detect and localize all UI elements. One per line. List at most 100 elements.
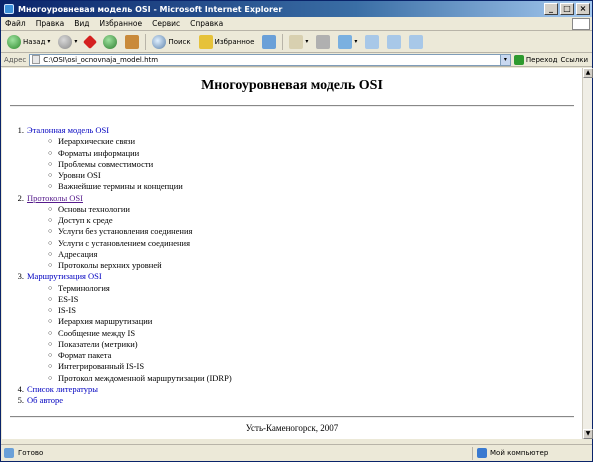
chevron-down-icon: ▾ (47, 38, 51, 45)
list-item: ○ Терминология (48, 282, 110, 293)
mail-icon (289, 34, 304, 49)
list-item: ○ Показатели (метрики) (48, 338, 138, 349)
windows-logo-icon (572, 17, 590, 30)
security-zone: Мой компьютер (472, 446, 592, 460)
go-arrow-icon (513, 54, 524, 65)
edit-button[interactable]: ▾ (336, 33, 359, 51)
ie-icon (4, 4, 14, 14)
page-title: Многоуровневая модель OSI (201, 78, 383, 93)
list-item: ○ Протокол междоменной маршрутизации (IDR… (48, 372, 232, 383)
home-icon (125, 34, 140, 49)
list-item: ○ Иерархия маршрутизации (48, 316, 153, 327)
section-link[interactable]: Об авторе (27, 395, 63, 406)
vertical-scrollbar[interactable]: ▲ ▼ (582, 68, 593, 439)
page-icon (32, 55, 41, 64)
research-icon (387, 34, 402, 49)
list-item: ○ Услуги с установлением соединения (48, 237, 191, 248)
page-done-icon (4, 448, 14, 458)
address-label: Адрес (4, 55, 27, 64)
divider (10, 105, 574, 107)
menu-favorites[interactable]: Избранное (100, 19, 143, 28)
list-item: ○ Уровни OSI (48, 170, 101, 180)
star-icon (198, 34, 213, 49)
favorites-button[interactable]: Избранное (197, 33, 257, 51)
section-link[interactable]: Маршрутизация OSI (27, 271, 102, 282)
scroll-down-icon[interactable]: ▼ (583, 429, 593, 439)
page-footer: Усть-Каменогорск, 2007 (245, 423, 339, 433)
page-content: Многоуровневая модель OSI 1. Эталонная м… (2, 68, 582, 439)
list-item: ○ Сообщение между IS (48, 327, 136, 338)
forward-button[interactable]: ▾ (56, 33, 79, 51)
menu-bar: Файл Правка Вид Избранное Сервис Справка (1, 17, 592, 31)
menu-file[interactable]: Файл (5, 19, 26, 28)
menu-edit[interactable]: Правка (36, 19, 65, 28)
list-item: ○ Иерархические связи (48, 136, 136, 147)
forward-arrow-icon (58, 34, 73, 49)
section-link[interactable]: Протоколы OSI (27, 193, 83, 204)
chevron-down-icon: ▾ (305, 38, 309, 45)
refresh-button[interactable] (101, 33, 119, 51)
list-item: ○ Формат пакета (48, 350, 112, 360)
list-item: ○ ES-IS (48, 293, 79, 304)
links-button[interactable]: Ссылки (560, 56, 588, 64)
toolbar-separator (145, 33, 147, 50)
section-item: 4. Список литературы (17, 383, 98, 395)
messenger-button[interactable] (407, 33, 425, 51)
media-button[interactable] (260, 33, 278, 51)
edit-icon (338, 34, 353, 49)
section-item: 2. Протоколы OSI (17, 192, 83, 204)
list-item: ○ Интегрированный IS-IS (48, 361, 145, 372)
minimize-button[interactable]: _ (544, 3, 558, 15)
search-button[interactable]: Поиск (150, 33, 192, 51)
browser-window: Многоуровневая модель OSI - Microsoft In… (0, 0, 593, 462)
list-item: ○ Проблемы совместимости (48, 158, 154, 169)
stop-icon (83, 34, 98, 49)
back-button[interactable]: Назад ▾ (5, 33, 52, 51)
maximize-button[interactable]: □ (560, 3, 574, 15)
discuss-button[interactable] (363, 33, 381, 51)
stop-button[interactable] (83, 33, 98, 51)
print-icon (316, 34, 331, 49)
chevron-down-icon[interactable]: ▾ (499, 54, 510, 65)
address-input[interactable]: C:\OSI\osi_ocnovnaja_model.htm ▾ (29, 53, 511, 66)
chevron-down-icon: ▾ (354, 38, 358, 45)
section-item: 1. Эталонная модель OSI (17, 125, 110, 136)
window-title: Многоуровневая модель OSI - Microsoft In… (18, 4, 283, 14)
list-item: ○ IS-IS (48, 305, 76, 315)
address-bar: Адрес C:\OSI\osi_ocnovnaja_model.htm ▾ П… (1, 53, 592, 67)
print-button[interactable] (314, 33, 332, 51)
list-item: ○ Доступ к среде (48, 215, 113, 225)
status-text: Готово (18, 449, 44, 457)
media-icon (262, 34, 277, 49)
search-icon (152, 34, 167, 49)
list-item: ○ Важнейшие термины и концепции (48, 181, 183, 192)
section-link[interactable]: Эталонная модель OSI (27, 125, 109, 136)
table-of-contents: 1. Эталонная модель OSI ○ Иерархические с… (12, 125, 572, 406)
go-button[interactable]: Переход (513, 54, 557, 65)
close-button[interactable]: × (576, 3, 590, 15)
status-bar: Готово Мой компьютер (1, 444, 592, 461)
research-button[interactable] (385, 33, 403, 51)
menu-tools[interactable]: Сервис (152, 19, 180, 28)
messenger-icon (409, 34, 424, 49)
address-url: C:\OSI\osi_ocnovnaja_model.htm (43, 55, 159, 64)
back-arrow-icon (7, 34, 21, 49)
list-item: ○ Услуги без установления соединения (48, 226, 193, 237)
list-item: ○ Протоколы верхних уровней (48, 260, 162, 270)
mail-button[interactable]: ▾ (287, 33, 310, 51)
section-item: 5. Об авторе (17, 395, 64, 406)
menu-view[interactable]: Вид (74, 19, 89, 28)
home-button[interactable] (123, 33, 141, 51)
scroll-up-icon[interactable]: ▲ (583, 68, 593, 78)
section-item: 3. Маршрутизация OSI (17, 271, 102, 282)
list-item: ○ Адресация (48, 248, 98, 259)
toolbar-separator (282, 33, 284, 50)
menu-help[interactable]: Справка (190, 19, 223, 28)
discuss-icon (365, 34, 380, 49)
standard-toolbar: Назад ▾ ▾ Поиск Избранное ▾ ▾ (1, 31, 592, 53)
title-bar[interactable]: Многоуровневая модель OSI - Microsoft In… (1, 1, 592, 17)
section-link[interactable]: Список литературы (27, 384, 98, 395)
refresh-icon (103, 34, 118, 49)
list-item: ○ Основы технологии (48, 203, 130, 214)
computer-icon (477, 448, 487, 458)
